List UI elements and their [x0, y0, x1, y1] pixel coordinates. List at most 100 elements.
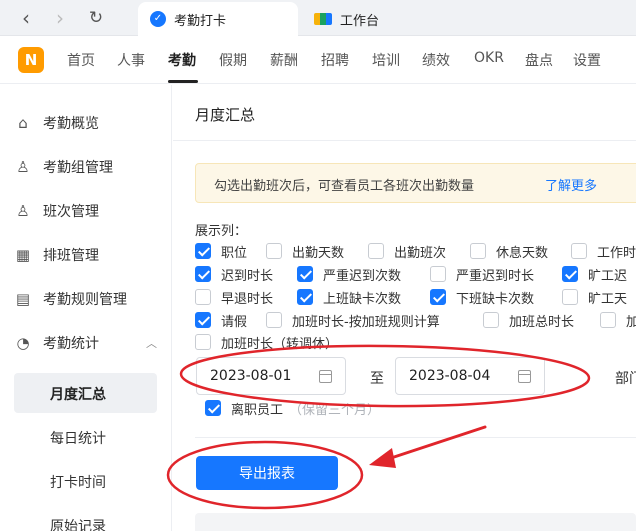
column-option[interactable]: 出勤天数	[266, 241, 344, 261]
resigned-label: 离职员工	[231, 402, 284, 418]
checkbox[interactable]	[470, 243, 486, 259]
checkbox[interactable]	[297, 289, 313, 305]
sidebar-subitem-daily[interactable]: 每日统计	[14, 417, 157, 457]
column-option[interactable]: 旷工天	[562, 287, 627, 307]
column-option[interactable]: 上班缺卡次数	[297, 287, 401, 307]
date-range-separator: 至	[370, 371, 384, 387]
top-navigation: N 首页 人事 考勤 假期 薪酬 招聘 培训 绩效 OKR 盘点 设置	[0, 36, 636, 84]
back-icon[interactable]: ‹	[14, 6, 38, 30]
column-option[interactable]: 工作时	[571, 241, 636, 261]
end-date-value: 2023-08-04	[409, 368, 491, 384]
column-option-label: 加	[626, 314, 636, 330]
nav-hr[interactable]: 人事	[117, 50, 145, 70]
checkbox[interactable]	[195, 289, 211, 305]
checkbox[interactable]	[297, 266, 313, 282]
sidebar-item-rules[interactable]: ▤ 考勤规则管理	[0, 279, 172, 319]
nav-okr[interactable]: OKR	[474, 50, 504, 66]
sidebar-subitem-monthly[interactable]: 月度汇总	[14, 373, 157, 413]
sidebar-subitem-label: 每日统计	[50, 431, 106, 447]
table-header	[195, 513, 636, 531]
checkbox[interactable]	[430, 266, 446, 282]
page-title: 月度汇总	[195, 106, 256, 124]
sidebar-item-shifts[interactable]: ♙ 班次管理	[0, 191, 172, 231]
tab-label: 考勤打卡	[174, 13, 227, 29]
sidebar-subitem-label: 打卡时间	[50, 475, 106, 491]
column-option-label: 加班总时长	[509, 314, 575, 330]
column-option[interactable]: 旷工迟	[562, 264, 627, 284]
sidebar-subitem-punch-time[interactable]: 打卡时间	[14, 461, 157, 501]
resigned-hint: （保留三个月）	[289, 402, 381, 418]
sidebar-item-overview[interactable]: ⌂ 考勤概览	[0, 103, 172, 143]
divider	[173, 140, 636, 141]
column-option[interactable]: 下班缺卡次数	[430, 287, 534, 307]
column-option[interactable]: 迟到时长	[195, 264, 273, 284]
shield-icon: ✓	[150, 11, 166, 27]
learn-more-link[interactable]: 了解更多	[545, 175, 597, 194]
checkbox[interactable]	[368, 243, 384, 259]
checkbox[interactable]	[195, 266, 211, 282]
browser-toolbar: ‹ › ↻ ✓ 考勤打卡 工作台	[0, 0, 636, 36]
refresh-icon[interactable]: ↻	[84, 6, 108, 30]
column-option[interactable]: 严重迟到次数	[297, 264, 401, 284]
end-date-input[interactable]: 2023-08-04	[395, 357, 545, 395]
column-option-label: 上班缺卡次数	[323, 291, 402, 307]
nav-settings[interactable]: 设置	[573, 50, 601, 70]
sidebar-item-statistics[interactable]: ◔ 考勤统计 ︿	[0, 323, 172, 363]
column-option[interactable]: 加班总时长	[483, 310, 574, 330]
calendar-icon	[518, 370, 531, 383]
browser-tab-attendance[interactable]: ✓ 考勤打卡	[138, 2, 298, 36]
checkbox[interactable]	[266, 243, 282, 259]
checkbox[interactable]	[571, 243, 587, 259]
checkbox[interactable]	[195, 243, 211, 259]
nav-training[interactable]: 培训	[372, 50, 400, 70]
column-option[interactable]: 加班时长-按加班规则计算	[266, 310, 440, 330]
divider	[195, 437, 636, 438]
column-option[interactable]: 加班时长（转调休）	[195, 332, 338, 352]
forward-icon[interactable]: ›	[48, 6, 72, 30]
column-option[interactable]: 加	[600, 310, 636, 330]
nav-home[interactable]: 首页	[67, 50, 95, 70]
export-report-button[interactable]: 导出报表	[196, 456, 338, 490]
rules-icon: ▤	[15, 290, 31, 308]
nav-leave[interactable]: 假期	[219, 50, 247, 70]
checkbox[interactable]	[266, 312, 282, 328]
app-logo[interactable]: N	[18, 47, 44, 73]
browser-tab-workbench[interactable]: 工作台	[302, 2, 462, 36]
column-option[interactable]: 出勤班次	[368, 241, 446, 261]
column-option[interactable]: 请假	[195, 310, 247, 330]
nav-active-underline	[168, 80, 198, 83]
checkbox[interactable]	[195, 334, 211, 350]
sidebar-item-schedule[interactable]: ▦ 排班管理	[0, 235, 172, 275]
checkbox[interactable]	[483, 312, 499, 328]
stats-icon: ◔	[16, 334, 30, 352]
calendar-icon: ▦	[15, 246, 31, 264]
column-option[interactable]: 早退时长	[195, 287, 273, 307]
sidebar-item-groups[interactable]: ♙ 考勤组管理	[0, 147, 172, 187]
column-option-label: 严重迟到次数	[323, 268, 402, 284]
checkbox[interactable]	[195, 312, 211, 328]
checkbox[interactable]	[562, 289, 578, 305]
sidebar-item-label: 排班管理	[43, 248, 99, 264]
sidebar-subitem-raw-records[interactable]: 原始记录	[14, 505, 157, 531]
nav-attendance[interactable]: 考勤	[168, 50, 196, 70]
nav-inventory[interactable]: 盘点	[525, 50, 553, 70]
column-option[interactable]: 职位	[195, 241, 247, 261]
sidebar-item-label: 考勤概览	[43, 116, 99, 132]
resigned-employees-option[interactable]: 离职员工 （保留三个月）	[205, 398, 380, 418]
column-option-label: 下班缺卡次数	[456, 291, 535, 307]
checkbox[interactable]	[600, 312, 616, 328]
nav-performance[interactable]: 绩效	[422, 50, 450, 70]
column-option-label: 请假	[221, 314, 248, 330]
column-option-label: 加班时长-按加班规则计算	[292, 314, 440, 330]
checkbox[interactable]	[430, 289, 446, 305]
start-date-input[interactable]: 2023-08-01	[196, 357, 346, 395]
sidebar-item-label: 考勤组管理	[43, 160, 113, 176]
notice-banner: 勾选出勤班次后，可查看员工各班次出勤数量 了解更多	[195, 163, 636, 203]
nav-payroll[interactable]: 薪酬	[270, 50, 298, 70]
checkbox[interactable]	[562, 266, 578, 282]
calendar-icon	[319, 370, 332, 383]
checkbox[interactable]	[205, 400, 221, 416]
column-option[interactable]: 严重迟到时长	[430, 264, 534, 284]
column-option[interactable]: 休息天数	[470, 241, 548, 261]
nav-recruit[interactable]: 招聘	[321, 50, 349, 70]
